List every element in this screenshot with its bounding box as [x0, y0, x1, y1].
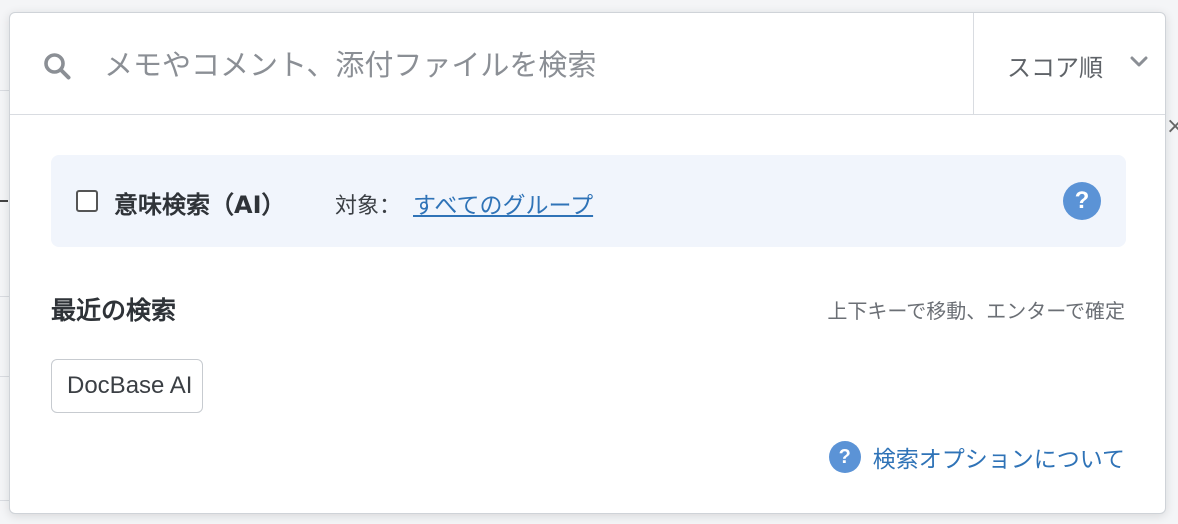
target-label: 対象： — [335, 194, 402, 219]
question-circle-icon: ? — [828, 441, 861, 473]
ai-search-checkbox[interactable] — [76, 190, 98, 212]
search-icon — [44, 53, 71, 80]
search-dropdown-panel: スコア順 意味検索（AI） 対象： すべてのグループ ? 最近の検索 上下キーで… — [9, 12, 1166, 514]
sort-order-label: スコア順 — [1007, 54, 1103, 82]
background-close-icon: × — [1166, 114, 1178, 139]
recent-searches-title: 最近の検索 — [51, 296, 177, 325]
chevron-down-icon — [1130, 56, 1148, 67]
ai-search-box: 意味検索（AI） 対象： すべてのグループ ? — [51, 155, 1126, 247]
background-fragment — [0, 200, 8, 202]
question-circle-icon[interactable]: ? — [1063, 182, 1101, 220]
keyboard-hint: 上下キーで移動、エンターで確定 — [827, 299, 1125, 323]
sort-order-select[interactable]: スコア順 — [974, 13, 1165, 114]
search-input[interactable] — [102, 41, 966, 89]
ai-search-label[interactable]: 意味検索（AI） — [114, 185, 286, 220]
search-bar: スコア順 — [10, 13, 1165, 115]
search-options-label: 検索オプションについて — [872, 447, 1125, 473]
recent-search-item[interactable]: DocBase AI — [51, 359, 204, 413]
target-group-link[interactable]: すべてのグループ — [413, 186, 593, 220]
search-options-link[interactable]: ? 検索オプションについて — [828, 440, 1125, 474]
